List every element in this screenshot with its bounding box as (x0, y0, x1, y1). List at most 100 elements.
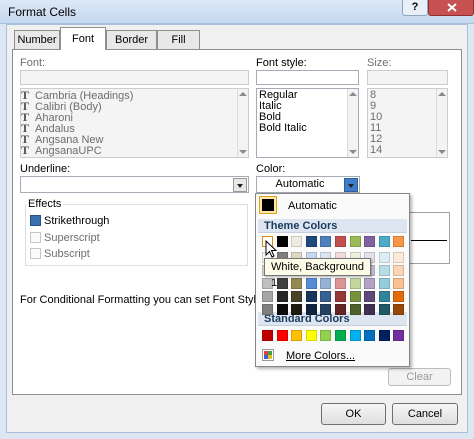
list-item[interactable]: T Andalus (21, 122, 75, 135)
theme-color-swatch[interactable] (335, 278, 346, 289)
automatic-option[interactable]: Automatic (288, 200, 337, 212)
theme-color-swatch[interactable] (379, 304, 390, 315)
color-select[interactable]: Automatic (256, 176, 360, 193)
color-value: Automatic (275, 178, 325, 190)
superscript-checkbox[interactable] (30, 232, 41, 243)
theme-color-swatch[interactable] (350, 304, 361, 315)
underline-select[interactable] (20, 176, 249, 193)
font-style-scrollbar[interactable] (347, 89, 358, 157)
standard-color-swatch[interactable] (262, 330, 273, 341)
help-button[interactable]: ? (402, 0, 428, 16)
list-item[interactable]: T Calibri (Body) (21, 100, 102, 113)
theme-color-swatch[interactable] (320, 291, 331, 302)
superscript-label: Superscript (44, 232, 100, 244)
font-style-list[interactable]: Regular Italic Bold Bold Italic (256, 88, 359, 158)
theme-color-swatch[interactable] (379, 236, 390, 247)
theme-color-swatch[interactable] (320, 236, 331, 247)
size-list-scrollbar[interactable] (436, 89, 447, 157)
scroll-up-icon (239, 92, 247, 96)
theme-color-swatch[interactable] (393, 252, 404, 263)
theme-color-swatch[interactable] (335, 236, 346, 247)
theme-color-swatch[interactable] (393, 304, 404, 315)
standard-color-swatch[interactable] (379, 330, 390, 341)
theme-color-swatch[interactable] (277, 304, 288, 315)
theme-color-swatch[interactable] (393, 291, 404, 302)
theme-color-swatch[interactable] (379, 291, 390, 302)
theme-color-swatch[interactable] (393, 236, 404, 247)
font-style-label: Font style: (256, 57, 307, 69)
ok-button[interactable]: OK (321, 403, 386, 425)
color-label: Color: (256, 163, 286, 175)
standard-color-swatch[interactable] (364, 330, 375, 341)
theme-color-swatch[interactable] (262, 291, 273, 302)
theme-color-swatch[interactable] (393, 265, 404, 276)
theme-color-swatch[interactable] (350, 278, 361, 289)
preview-strike-line (411, 240, 447, 241)
chevron-down-icon[interactable] (233, 178, 247, 192)
theme-color-swatch[interactable] (291, 291, 302, 302)
swatch-tooltip: White, Background 1 (264, 258, 371, 289)
font-list[interactable]: T Cambria (Headings) T Calibri (Body) T Aha… (20, 88, 249, 158)
scroll-down-icon (239, 150, 247, 154)
theme-color-swatch[interactable] (335, 304, 346, 315)
clear-button[interactable]: Clear (388, 368, 451, 386)
theme-color-swatch[interactable] (291, 304, 302, 315)
strikethrough-checkbox[interactable] (30, 215, 41, 226)
list-item[interactable]: T Angsana New (21, 133, 104, 146)
theme-color-swatch[interactable] (306, 291, 317, 302)
theme-color-swatch[interactable] (364, 304, 375, 315)
list-item[interactable]: 14 (370, 145, 382, 156)
theme-color-swatch[interactable] (364, 278, 375, 289)
more-colors-icon (262, 349, 274, 361)
standard-color-swatch[interactable] (393, 330, 404, 341)
truetype-icon: T (21, 143, 30, 157)
theme-color-swatch[interactable] (291, 236, 302, 247)
theme-color-swatch[interactable] (350, 236, 361, 247)
theme-color-swatch[interactable] (393, 278, 404, 289)
subscript-checkbox[interactable] (30, 248, 41, 259)
tab-fill[interactable]: Fill (157, 30, 200, 49)
list-item[interactable]: T Cambria (Headings) (21, 89, 133, 102)
font-input[interactable] (20, 70, 249, 85)
tab-font[interactable]: Font (60, 27, 106, 50)
theme-color-swatch[interactable] (364, 236, 375, 247)
theme-color-swatch[interactable] (379, 252, 390, 263)
list-item[interactable]: T AngsanaUPC (21, 143, 102, 157)
theme-color-swatch[interactable] (320, 278, 331, 289)
theme-color-swatch[interactable] (335, 291, 346, 302)
standard-color-swatch[interactable] (291, 330, 302, 341)
font-style-input[interactable] (256, 70, 359, 85)
size-list[interactable]: 8 9 10 11 12 14 (367, 88, 448, 158)
theme-color-swatch[interactable] (350, 291, 361, 302)
standard-color-swatch[interactable] (350, 330, 361, 341)
mouse-cursor-icon (265, 240, 278, 258)
theme-color-swatch[interactable] (364, 291, 375, 302)
tab-number[interactable]: Number (14, 30, 60, 49)
more-colors-option[interactable]: More Colors... (286, 350, 355, 362)
standard-color-swatch[interactable] (335, 330, 346, 341)
font-list-scrollbar[interactable] (237, 89, 248, 157)
size-input[interactable] (367, 70, 448, 85)
standard-color-swatch[interactable] (320, 330, 331, 341)
theme-color-swatch[interactable] (379, 265, 390, 276)
chevron-down-icon[interactable] (344, 178, 358, 192)
close-button[interactable] (428, 0, 474, 16)
cancel-button[interactable]: Cancel (392, 403, 458, 425)
underline-label: Underline: (20, 163, 71, 175)
theme-color-swatch[interactable] (379, 278, 390, 289)
theme-color-swatch[interactable] (262, 304, 273, 315)
list-item[interactable]: Bold Italic (259, 123, 307, 134)
automatic-swatch-frame[interactable] (259, 196, 277, 214)
tab-border[interactable]: Border (106, 30, 157, 49)
theme-color-swatch[interactable] (306, 278, 317, 289)
standard-color-swatch[interactable] (306, 330, 317, 341)
theme-color-swatch[interactable] (277, 278, 288, 289)
theme-color-swatch[interactable] (291, 278, 302, 289)
theme-color-swatch[interactable] (277, 291, 288, 302)
theme-color-swatch[interactable] (306, 236, 317, 247)
theme-color-swatch[interactable] (306, 304, 317, 315)
size-label: Size: (367, 57, 392, 69)
standard-color-swatch[interactable] (277, 330, 288, 341)
theme-color-swatch[interactable] (320, 304, 331, 315)
scroll-down-icon (349, 150, 357, 154)
